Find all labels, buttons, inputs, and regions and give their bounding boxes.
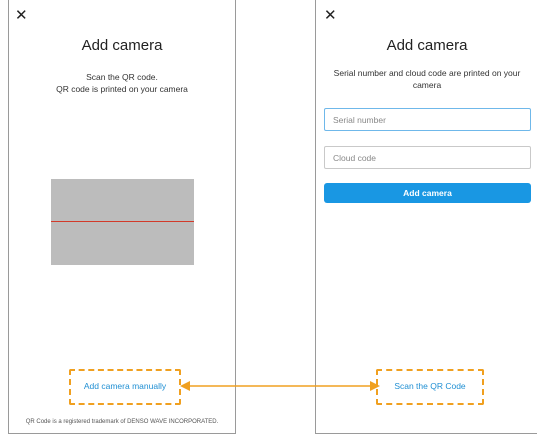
scan-instruction-line1: Scan the QR code.: [86, 72, 158, 82]
qr-camera-preview: [51, 179, 194, 265]
scan-instruction-line2: QR code is printed on your camera: [56, 84, 188, 94]
serial-number-field[interactable]: [324, 108, 531, 131]
add-camera-button[interactable]: Add camera: [324, 183, 531, 203]
close-icon[interactable]: ✕: [15, 8, 28, 23]
trademark-notice: QR Code is a registered trademark of DEN…: [25, 419, 219, 425]
cloud-code-field[interactable]: [324, 146, 531, 169]
page-title: Add camera: [386, 37, 468, 54]
arrow-left-head: [180, 381, 190, 391]
scan-qr-code-link[interactable]: Scan the QR Code: [376, 381, 484, 391]
qr-scan-screen: ✕ Add camera Scan the QR code. QR code i…: [8, 0, 236, 434]
page-title: Add camera: [81, 37, 163, 54]
close-icon[interactable]: ✕: [324, 8, 337, 23]
arrow-right-head: [370, 381, 380, 391]
add-camera-manually-link[interactable]: Add camera manually: [69, 381, 181, 391]
scan-instruction: Scan the QR code. QR code is printed on …: [17, 71, 227, 95]
entry-instruction: Serial number and cloud code are printed…: [333, 68, 521, 90]
double-arrow-connector: [180, 381, 380, 391]
manual-entry-screen: ✕ Add camera Serial number and cloud cod…: [315, 0, 537, 434]
scan-line: [51, 221, 194, 222]
